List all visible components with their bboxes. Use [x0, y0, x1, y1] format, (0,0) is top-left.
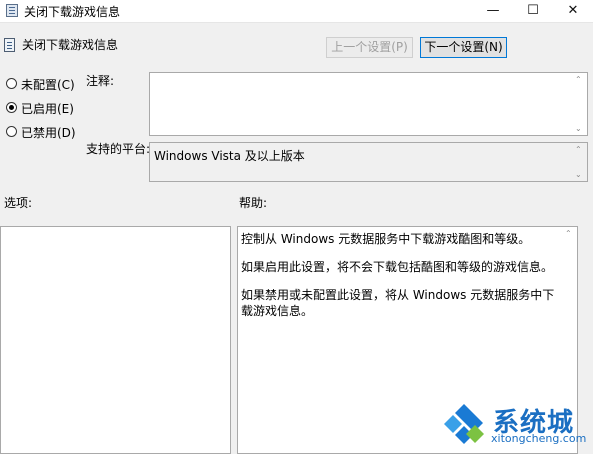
previous-setting-button[interactable]: 上一个设置(P)	[326, 37, 413, 58]
policy-icon	[4, 38, 15, 52]
scroll-up-arrow-icon[interactable]: ⌃	[575, 75, 582, 84]
scroll-down-arrow-icon[interactable]: ⌄	[575, 170, 582, 179]
radio-label: 已禁用(D)	[21, 126, 76, 140]
help-label: 帮助:	[239, 196, 268, 210]
help-paragraph: 控制从 Windows 元数据服务中下载游戏酷图和等级。	[241, 232, 531, 246]
scroll-up-arrow-icon[interactable]: ⌃	[565, 229, 572, 238]
policy-icon	[6, 4, 18, 17]
minimize-icon[interactable]: —	[473, 0, 513, 22]
radio-dot[interactable]	[6, 102, 17, 113]
window-title: 关闭下载游戏信息	[24, 5, 121, 19]
options-pane[interactable]	[0, 226, 231, 454]
platform-field: Windows Vista 及以上版本 ⌃ ⌄	[149, 142, 588, 182]
title-bar: 关闭下载游戏信息 — ☐ ✕	[0, 0, 593, 23]
radio-label: 未配置(C)	[21, 78, 75, 92]
close-icon[interactable]: ✕	[553, 0, 593, 22]
platform-value: Windows Vista 及以上版本	[154, 149, 305, 163]
radio-enabled[interactable]: 已启用(E)	[6, 100, 126, 116]
comment-textarea[interactable]: ⌃ ⌄	[149, 72, 588, 136]
radio-dot[interactable]	[6, 126, 17, 137]
watermark-logo-icon	[444, 404, 484, 444]
help-paragraph: 如果禁用或未配置此设置，将从 Windows 元数据服务中下载游戏信息。	[241, 288, 555, 318]
comment-scrollbar[interactable]: ⌃ ⌄	[571, 73, 587, 135]
watermark-url: xitongcheng.com	[491, 432, 587, 445]
platform-scrollbar[interactable]: ⌃ ⌄	[571, 143, 587, 181]
radio-disabled[interactable]: 已禁用(D)	[6, 124, 126, 140]
radio-label: 已启用(E)	[21, 102, 74, 116]
next-setting-button[interactable]: 下一个设置(N)	[420, 37, 507, 58]
scroll-up-arrow-icon[interactable]: ⌃	[575, 145, 582, 154]
help-paragraph: 如果启用此设置，将不会下载包括酷图和等级的游戏信息。	[241, 260, 554, 274]
scroll-down-arrow-icon[interactable]: ⌄	[575, 124, 582, 133]
maximize-icon[interactable]: ☐	[513, 0, 553, 22]
radio-dot[interactable]	[6, 78, 17, 89]
policy-title: 关闭下载游戏信息	[22, 38, 119, 52]
comment-label: 注释:	[86, 74, 115, 88]
options-label: 选项:	[4, 196, 33, 210]
platform-label: 支持的平台:	[86, 142, 151, 156]
